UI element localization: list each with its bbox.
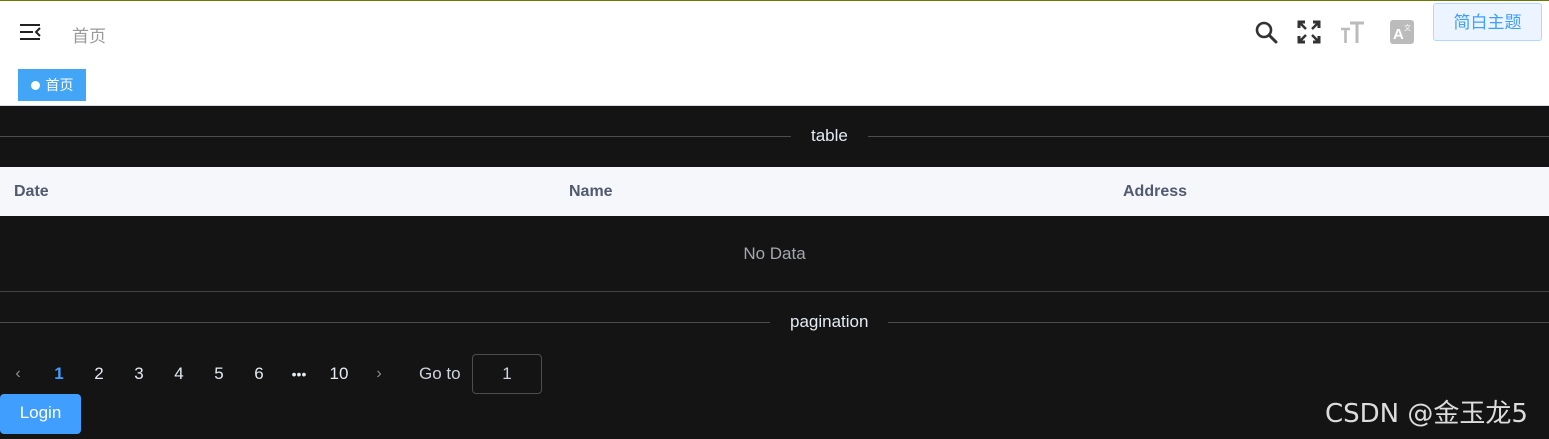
page-item-5[interactable]: 5 bbox=[199, 363, 239, 385]
table-header: Date Name Address bbox=[0, 167, 1549, 216]
svg-text:A: A bbox=[1393, 26, 1404, 43]
page-item-10[interactable]: 10 bbox=[319, 363, 359, 385]
fullscreen-icon[interactable] bbox=[1296, 19, 1322, 45]
tags-view: 首页 bbox=[0, 64, 1549, 106]
table-body: No Data bbox=[0, 216, 1549, 292]
page-item-4[interactable]: 4 bbox=[159, 363, 199, 385]
table-divider: table bbox=[0, 126, 1549, 146]
font-size-icon[interactable] bbox=[1339, 19, 1365, 45]
column-header-date[interactable]: Date bbox=[14, 183, 49, 201]
more-pages-icon[interactable]: ••• bbox=[279, 363, 319, 385]
watermark: CSDN @金玉龙5 bbox=[1325, 399, 1528, 429]
table-divider-title: table bbox=[791, 126, 868, 146]
search-icon[interactable] bbox=[1253, 19, 1279, 45]
prev-page-icon[interactable]: ‹ bbox=[8, 363, 28, 385]
top-navbar: 首页 A 文 简白主题 bbox=[0, 0, 1549, 64]
svg-text:文: 文 bbox=[1404, 23, 1411, 32]
goto-page-input[interactable] bbox=[472, 354, 542, 394]
empty-text: No Data bbox=[743, 244, 806, 263]
tag-dot-icon bbox=[30, 80, 40, 90]
main-content: table Date Name Address No Data paginati… bbox=[0, 106, 1549, 439]
pagination-divider: pagination bbox=[0, 312, 1549, 332]
column-header-address[interactable]: Address bbox=[1123, 183, 1187, 201]
page-item-6[interactable]: 6 bbox=[239, 363, 279, 385]
page-item-2[interactable]: 2 bbox=[79, 363, 119, 385]
theme-switch-button[interactable]: 简白主题 bbox=[1433, 3, 1542, 41]
pagination-divider-title: pagination bbox=[770, 312, 889, 332]
menu-fold-icon[interactable] bbox=[20, 23, 42, 41]
column-header-name[interactable]: Name bbox=[569, 183, 613, 201]
page-item-3[interactable]: 3 bbox=[119, 363, 159, 385]
tag-label: 首页 bbox=[45, 78, 74, 94]
page-item-1[interactable]: 1 bbox=[39, 363, 79, 385]
login-button[interactable]: Login bbox=[0, 394, 81, 434]
breadcrumb: 首页 bbox=[72, 27, 106, 47]
language-icon[interactable]: A 文 bbox=[1389, 19, 1415, 45]
next-page-icon[interactable]: › bbox=[369, 363, 389, 385]
goto-label: Go to bbox=[419, 364, 461, 383]
tag-home[interactable]: 首页 bbox=[18, 69, 86, 101]
